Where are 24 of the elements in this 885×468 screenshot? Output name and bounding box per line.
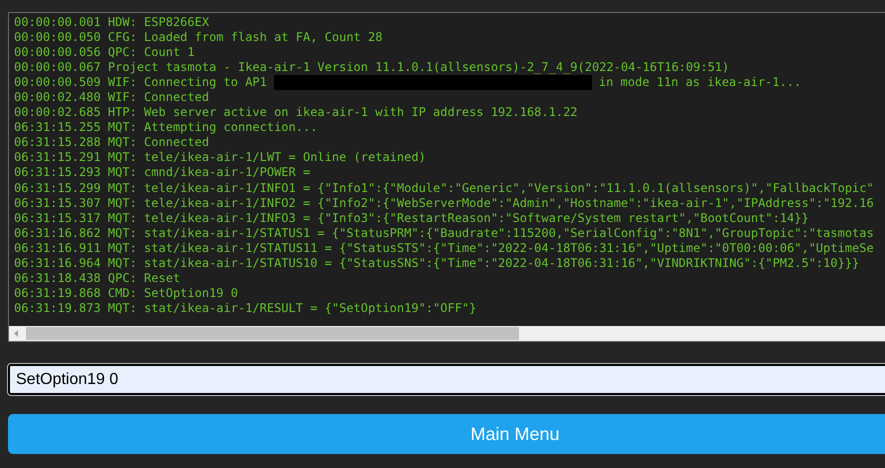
log-line: 06:31:18.438 QPC: Reset <box>14 270 180 286</box>
log-line: 06:31:19.868 CMD: SetOption19 0 <box>14 286 238 301</box>
log-line: 00:00:00.001 HDW: ESP8266EX <box>14 15 210 30</box>
command-input-field[interactable]: SetOption19 0 <box>8 364 885 395</box>
log-line: 06:31:15.317 MQT: tele/ikea-air-1/INFO3 = {"Info3":{"RestartReason":"Software/System restart","BootCount":14}} <box>14 210 809 226</box>
log-line: 00:00:00.509 WIF: Connecting to AP1 <box>14 75 267 90</box>
log-line: 00:00:02.685 HTP: Web server active on ikea-air-1 with IP address 192.168.1.22 <box>14 105 578 120</box>
log-line: 06:31:16.911 MQT: stat/ikea-air-1/STATUS11 = {"StatusSTS":{"Time":"2022-04-18T06:31:16","Uptime":"0T00:00:06","UptimeSe <box>14 240 874 256</box>
log-line: 06:31:15.288 MQT: Connected <box>14 135 210 150</box>
log-line: 06:31:15.299 MQT: tele/ikea-air-1/INFO1 = {"Info1":{"Module":"Generic","Version":"11.1.0.1(allsensors)","FallbackTopic" <box>14 180 874 196</box>
log-line: 06:31:15.307 MQT: tele/ikea-air-1/INFO2 = {"Info2":{"WebServerMode":"Admin","Hostname":"ikea-air-1","IPAddress":"192.16 <box>14 196 874 211</box>
log-line: 00:00:00.056 QPC: Count 1 <box>14 45 195 60</box>
log-line: 06:31:15.293 MQT: cmnd/ikea-air-1/POWER = <box>14 165 310 181</box>
log-line: 00:00:00.050 CFG: Loaded from flash at FA, Count 28 <box>14 30 382 46</box>
log-line: 06:31:15.291 MQT: tele/ikea-air-1/LWT = Online (retained) <box>14 150 426 166</box>
log-line: in mode 11n as ikea-air-1... <box>598 75 802 90</box>
horizontal-scrollbar[interactable] <box>9 326 885 341</box>
log-line: 06:31:19.873 MQT: stat/ikea-air-1/RESULT = {"SetOption19":"OFF"} <box>14 300 476 316</box>
log-line: 06:31:16.862 MQT: stat/ikea-air-1/STATUS1 = {"StatusPRM":{"Baudrate":115200,"SerialConfig":"8N1","GroupTopic":"tasmotas <box>14 226 874 241</box>
log-line: 00:00:02.480 WIF: Connected <box>14 90 210 106</box>
log-line: 06:31:16.964 MQT: stat/ikea-air-1/STATUS10 = {"StatusSNS":{"Time":"2022-04-18T06:31:16","VINDRIKTNING":{"PM2.5":10}}} <box>14 256 860 271</box>
log-line: 00:00:00.067 Project tasmota - Ikea-air-1 Version 11.1.0.1(allsensors)-2_7_4_9(2022-04-16T16:09:51) <box>14 60 730 76</box>
scrollbar-thumb[interactable] <box>26 327 519 340</box>
log-line: 06:31:15.255 MQT: Attempting connection... <box>14 120 318 136</box>
